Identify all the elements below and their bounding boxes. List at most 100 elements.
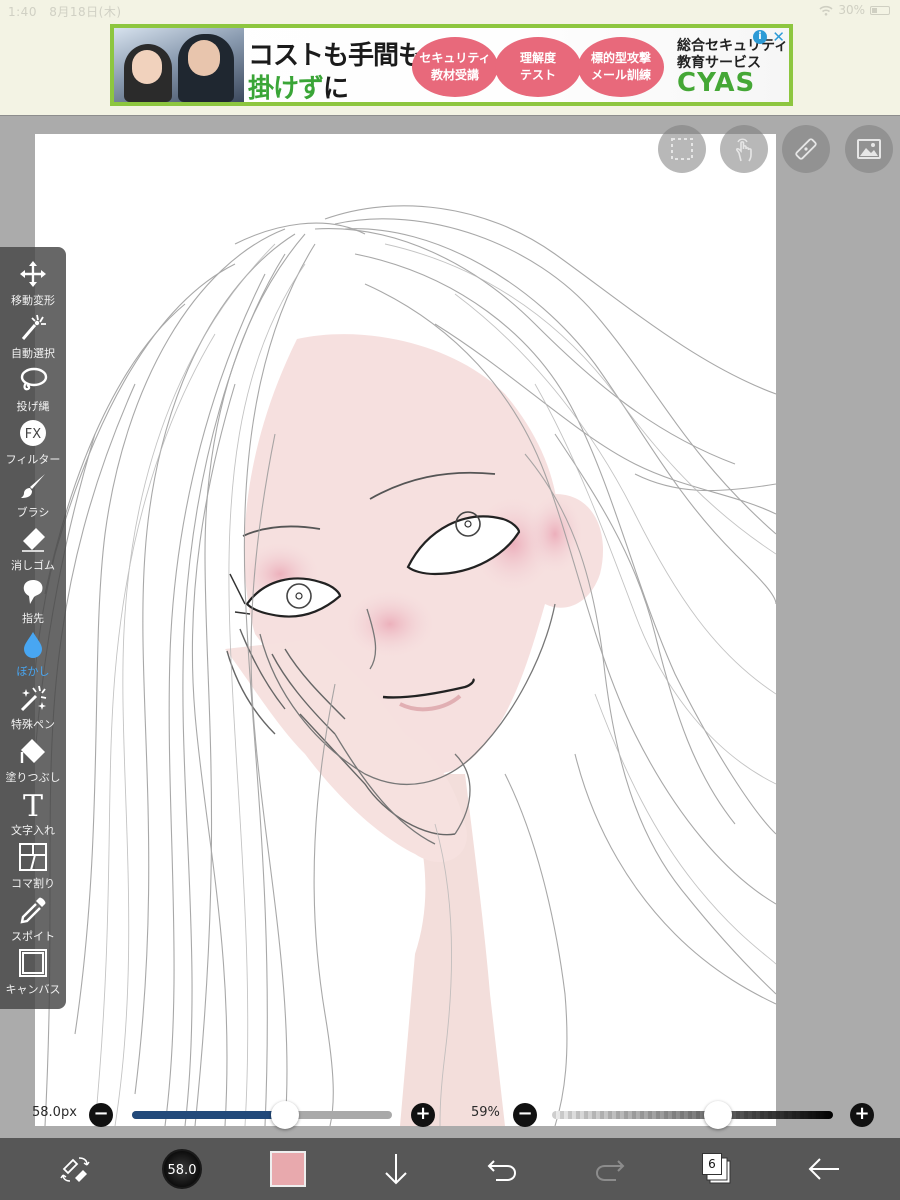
opacity-slider[interactable] xyxy=(552,1111,833,1119)
redo-button[interactable] xyxy=(590,1149,630,1189)
down-arrow-button[interactable] xyxy=(376,1149,416,1189)
tool-text[interactable]: T 文字入れ xyxy=(0,785,66,838)
tool-frame-divider[interactable]: コマ割り xyxy=(0,838,66,891)
ad-info-icon[interactable]: i xyxy=(753,30,767,44)
tool-blur[interactable]: ぼかし xyxy=(0,626,66,679)
tool-filter-label: フィルター xyxy=(5,453,61,466)
brush-size-value: 58.0px xyxy=(32,1105,77,1120)
arrow-down-icon xyxy=(385,1154,407,1185)
brush-eraser-swap-icon xyxy=(60,1157,90,1182)
tool-finger[interactable]: 指先 xyxy=(0,573,66,626)
brush-size-fill xyxy=(132,1111,286,1119)
drawing-canvas[interactable] xyxy=(35,134,776,1126)
battery-percent: 30% xyxy=(838,3,865,17)
ad-photo xyxy=(114,28,244,102)
tool-auto-select-label: 自動選択 xyxy=(11,347,55,360)
tool-canvas[interactable]: キャンバス xyxy=(0,944,66,997)
ad-headline-2: 掛けずに xyxy=(248,68,349,104)
ad-person-man-face xyxy=(188,40,220,76)
text-tool-glyph: T xyxy=(23,789,43,819)
magic-wand-icon xyxy=(21,314,46,340)
ad-close-icon[interactable]: ✕ xyxy=(772,28,785,46)
tool-auto-select[interactable]: 自動選択 xyxy=(0,308,66,361)
ad-bubble-3-line2: メール訓練 xyxy=(590,68,651,82)
ad-bubble-2-line2: テスト xyxy=(519,68,556,82)
tool-brush[interactable]: ブラシ xyxy=(0,467,66,520)
brush-size-minus-button[interactable]: − xyxy=(89,1103,113,1127)
frame-divider-icon xyxy=(19,843,47,871)
color-button[interactable] xyxy=(268,1149,308,1189)
tool-eyedropper[interactable]: スポイト xyxy=(0,891,66,944)
layers-button[interactable]: 6 xyxy=(698,1149,738,1189)
brush-size-preview-text: 58.0 xyxy=(167,1163,197,1178)
opacity-minus-button[interactable]: − xyxy=(513,1103,537,1127)
ad-headline-2-green: 掛けず xyxy=(248,74,324,104)
eyedropper-icon xyxy=(20,897,46,924)
ad-brand-name: CYAS xyxy=(677,68,756,98)
eraser-icon xyxy=(22,528,45,552)
tool-canvas-label: キャンバス xyxy=(5,983,61,996)
artwork-sketch xyxy=(35,205,776,1126)
tool-lasso-label: 投げ縄 xyxy=(16,400,50,413)
opacity-value: 59% xyxy=(471,1105,500,1120)
ad-person-woman-face xyxy=(132,50,162,84)
status-bar-right: 30% xyxy=(819,3,890,17)
ruler-icon xyxy=(795,138,817,160)
tool-move[interactable]: 移動変形 xyxy=(0,255,66,308)
ad-banner[interactable]: コストも手間も 掛けずに セキュリティ 教材受講 理解度テスト 標的型攻撃メール訓… xyxy=(110,24,793,106)
ad-bubble-1-line1: セキュリティ xyxy=(419,51,491,65)
tool-fill[interactable]: 塗りつぶし xyxy=(0,732,66,785)
brush-size-knob[interactable] xyxy=(271,1101,300,1129)
ad-bubble-3: 標的型攻撃メール訓練 xyxy=(578,37,664,97)
selection-button[interactable] xyxy=(658,125,706,173)
ad-headline-1: コストも手間も xyxy=(248,41,424,71)
opacity-plus-button[interactable]: + xyxy=(850,1103,874,1127)
redo-icon xyxy=(595,1160,625,1181)
battery-icon xyxy=(870,5,890,15)
brush-size-slider[interactable] xyxy=(132,1111,392,1119)
app-window: 1:40 8月18日(木) 30% コストも手間も 掛けずに セキュリティ 教材受… xyxy=(0,0,900,1200)
status-date: 8月18日(木) xyxy=(49,5,122,19)
swap-tool-button[interactable] xyxy=(55,1149,95,1189)
image-material-icon xyxy=(857,139,881,159)
tool-special-pen[interactable]: 特殊ペン xyxy=(0,679,66,732)
fx-text: FX xyxy=(25,427,41,442)
tool-finger-label: 指先 xyxy=(22,612,44,625)
opacity-knob[interactable] xyxy=(703,1101,732,1129)
touch-button[interactable] xyxy=(720,125,768,173)
special-pen-icon xyxy=(20,685,47,712)
brush-size-button[interactable]: 58.0 xyxy=(162,1149,202,1189)
tool-filter[interactable]: FX フィルター xyxy=(0,414,66,467)
status-bar-left: 1:40 8月18日(木) xyxy=(8,3,130,20)
tool-move-label: 移動変形 xyxy=(11,294,55,307)
color-swatch xyxy=(270,1151,306,1187)
move-icon xyxy=(20,261,46,287)
ad-bubble-3-line1: 標的型攻撃 xyxy=(590,51,651,65)
back-button[interactable] xyxy=(804,1149,844,1189)
lasso-icon xyxy=(20,367,48,391)
fill-icon xyxy=(20,739,45,763)
bottom-toolbar: 58.0 6 xyxy=(0,1138,900,1200)
brush-preview: 58.0 xyxy=(162,1149,202,1189)
tool-eraser[interactable]: 消しゴム xyxy=(0,520,66,573)
tool-fill-label: 塗りつぶし xyxy=(5,771,61,784)
blur-drop-icon xyxy=(24,632,42,658)
selection-icon xyxy=(671,138,693,160)
tool-lasso[interactable]: 投げ縄 xyxy=(0,361,66,414)
tool-eyedropper-label: スポイト xyxy=(11,930,55,943)
undo-icon xyxy=(487,1160,517,1181)
wifi-icon xyxy=(819,5,833,16)
ad-bubble-1-line2: 教材受講 xyxy=(430,68,479,82)
touch-hand-icon xyxy=(735,138,752,162)
layer-count: 6 xyxy=(702,1153,722,1175)
brush-icon xyxy=(21,474,45,498)
tool-text-label: 文字入れ xyxy=(11,824,55,837)
ad-headline-2-dark: に xyxy=(323,74,349,104)
material-button[interactable] xyxy=(845,125,893,173)
brush-size-plus-button[interactable]: + xyxy=(411,1103,435,1127)
ruler-button[interactable] xyxy=(782,125,830,173)
ad-bubble-2-line1: 理解度 xyxy=(519,51,556,65)
tool-eraser-label: 消しゴム xyxy=(11,559,55,572)
undo-button[interactable] xyxy=(482,1149,522,1189)
tool-special-pen-label: 特殊ペン xyxy=(11,718,55,731)
